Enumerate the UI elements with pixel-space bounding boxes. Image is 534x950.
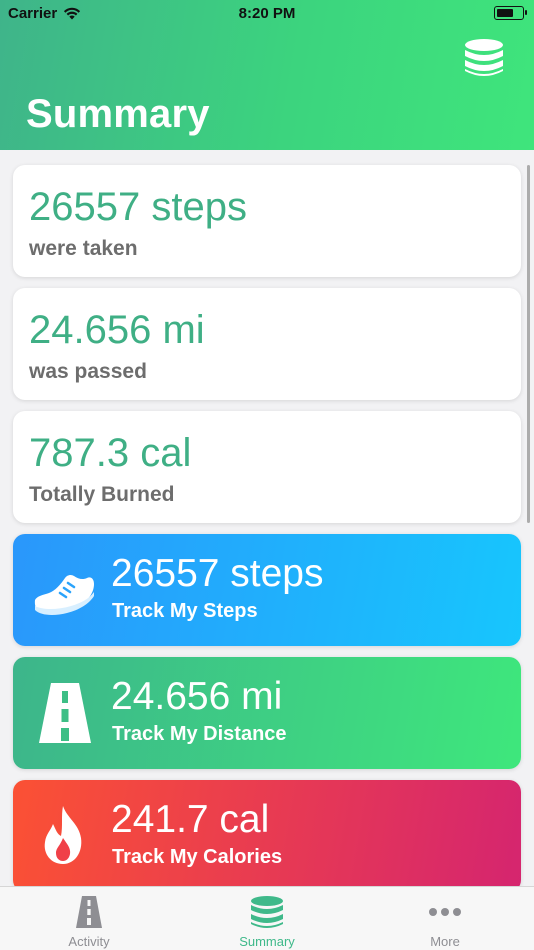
stat-label: was passed	[29, 360, 147, 383]
track-value: 26557 steps	[111, 552, 324, 595]
tab-label: Summary	[239, 934, 295, 949]
stat-label: Totally Burned	[29, 483, 175, 506]
road-icon	[39, 683, 91, 743]
stat-value: 26557 steps	[29, 185, 247, 229]
battery-level	[496, 8, 514, 17]
track-distance-button[interactable]: 24.656 mi Track My Distance	[13, 657, 521, 769]
track-steps-button[interactable]: 26557 steps Track My Steps	[13, 534, 521, 646]
road-icon	[76, 896, 102, 928]
track-label: Track My Distance	[112, 723, 287, 745]
summary-list[interactable]: 26557 steps were taken 24.656 mi was pas…	[0, 150, 534, 886]
distance-stat-card: 24.656 mi was passed	[13, 288, 521, 400]
header: Carrier 8:20 PM Summary	[0, 0, 534, 150]
tab-bar: Activity Summary More	[0, 886, 534, 950]
track-label: Track My Steps	[112, 600, 258, 622]
tab-label: Activity	[68, 934, 110, 949]
scroll-indicator[interactable]	[527, 165, 530, 523]
stat-value: 24.656 mi	[29, 308, 205, 352]
database-icon[interactable]	[464, 38, 504, 78]
tab-summary[interactable]: Summary	[178, 887, 356, 950]
shoe-icon	[34, 574, 94, 615]
steps-stat-card: 26557 steps were taken	[13, 165, 521, 277]
stat-label: were taken	[29, 237, 138, 260]
tab-activity[interactable]: Activity	[0, 887, 178, 950]
database-icon	[251, 896, 283, 928]
tab-label: More	[430, 934, 460, 949]
track-label: Track My Calories	[112, 846, 283, 868]
track-calories-button[interactable]: 241.7 cal Track My Calories	[13, 780, 521, 886]
page-title: Summary	[26, 92, 210, 136]
status-time: 8:20 PM	[238, 5, 296, 22]
track-value: 24.656 mi	[111, 675, 283, 718]
more-icon	[429, 908, 461, 916]
stat-value: 787.3 cal	[29, 431, 192, 475]
calories-stat-card: 787.3 cal Totally Burned	[13, 411, 521, 523]
tab-more[interactable]: More	[356, 887, 534, 950]
status-bar: Carrier 8:20 PM	[0, 0, 534, 28]
track-value: 241.7 cal	[111, 798, 270, 841]
battery-icon	[494, 6, 527, 20]
flame-icon	[44, 806, 82, 864]
